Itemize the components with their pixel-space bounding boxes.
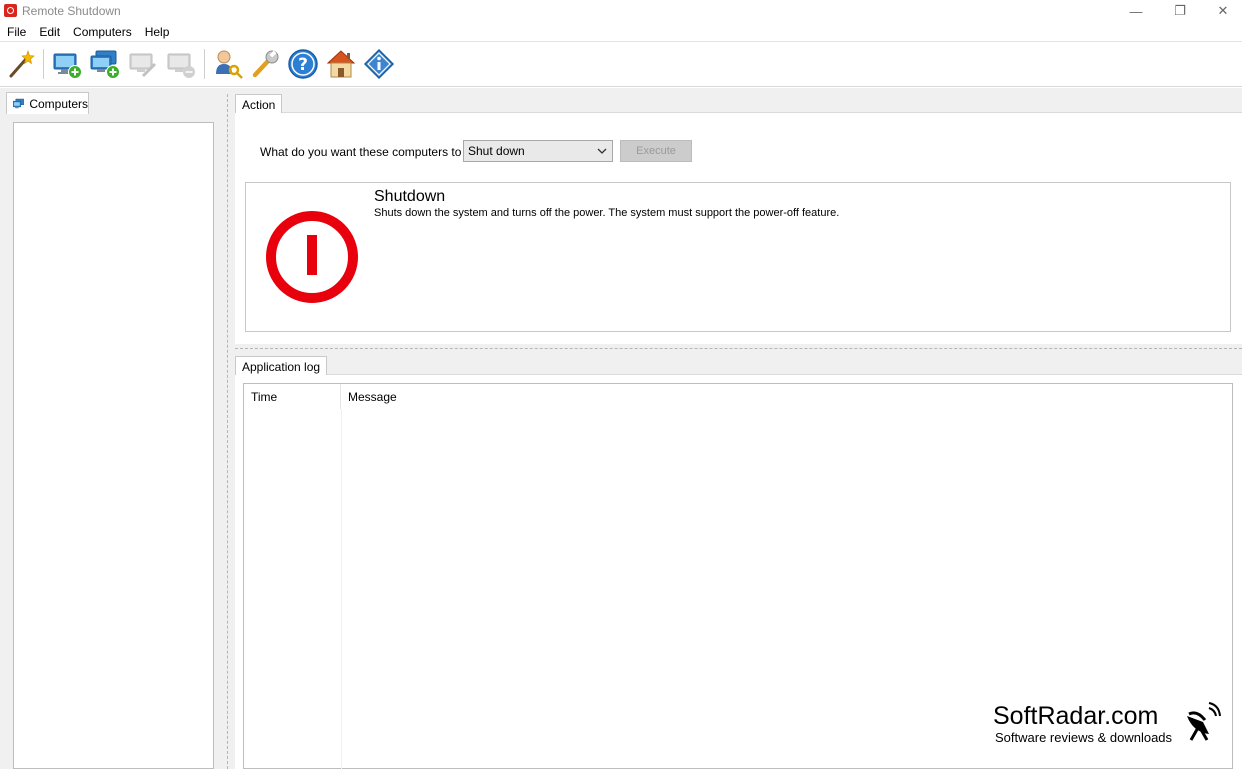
settings-button[interactable]: [248, 47, 282, 81]
menu-help[interactable]: Help: [138, 22, 176, 42]
user-key-icon: [216, 50, 243, 79]
add-computer-button[interactable]: [50, 47, 84, 81]
action-info-description: Shuts down the system and turns off the …: [374, 207, 840, 219]
chevron-down-icon: [597, 148, 607, 154]
help-icon: ?: [288, 49, 318, 79]
menu-computers[interactable]: Computers: [66, 22, 138, 42]
toolbar: ?: [0, 43, 1242, 87]
tab-action[interactable]: Action: [235, 94, 283, 114]
minimize-button[interactable]: —: [1113, 0, 1159, 22]
add-computers-icon: [90, 50, 120, 79]
window-title: Remote Shutdown: [22, 4, 121, 18]
menu-edit[interactable]: Edit: [32, 22, 66, 42]
add-computers-button[interactable]: [88, 47, 122, 81]
info-icon: [363, 48, 395, 80]
action-tabstrip: Action: [235, 89, 1242, 114]
maximize-button[interactable]: ❐: [1157, 0, 1203, 22]
toolbar-separator: [43, 49, 44, 79]
wizard-button[interactable]: [4, 47, 38, 81]
action-prompt: What do you want these computers to do:: [260, 145, 482, 159]
column-header-message[interactable]: Message: [341, 384, 1231, 409]
edit-computer-button[interactable]: [126, 47, 160, 81]
power-icon: [266, 211, 358, 303]
log-tabstrip: Application log: [235, 351, 1242, 376]
help-button[interactable]: ?: [286, 47, 320, 81]
computers-list[interactable]: [13, 122, 214, 769]
title-bar: Remote Shutdown — ❐ ✕: [0, 0, 1242, 22]
svg-text:?: ?: [298, 55, 308, 75]
action-select[interactable]: Shut down: [463, 140, 613, 162]
column-divider: [341, 409, 342, 769]
satellite-dish-icon: [1187, 702, 1221, 741]
add-computer-icon: [53, 53, 82, 79]
remove-computer-button[interactable]: [164, 47, 198, 81]
action-select-value: Shut down: [468, 144, 525, 158]
tab-computers[interactable]: Computers: [6, 92, 89, 114]
about-button[interactable]: [362, 47, 396, 81]
watermark-subtitle: Software reviews & downloads: [995, 730, 1173, 745]
wizard-icon: [9, 50, 35, 78]
edit-computer-icon: [129, 53, 157, 78]
log-header: Time Message: [244, 384, 1232, 409]
action-info-title: Shutdown: [374, 188, 446, 205]
action-info-box: Shutdown Shuts down the system and turns…: [245, 182, 1231, 332]
tab-computers-label: Computers: [29, 96, 88, 111]
computers-icon: [13, 98, 24, 108]
watermark: SoftRadar.com Software reviews & downloa…: [993, 702, 1233, 748]
close-button[interactable]: ✕: [1200, 0, 1242, 22]
credentials-button[interactable]: [211, 47, 245, 81]
home-button[interactable]: [324, 47, 358, 81]
computers-panel: Computers: [0, 88, 221, 769]
execute-button[interactable]: Execute: [620, 140, 692, 162]
home-icon: [326, 50, 356, 78]
menu-file[interactable]: File: [0, 22, 32, 42]
remove-computer-icon: [167, 53, 195, 78]
app-power-icon: [4, 4, 17, 17]
tab-application-log[interactable]: Application log: [235, 356, 328, 376]
wrench-icon: [252, 50, 279, 78]
watermark-title: SoftRadar.com: [993, 702, 1159, 730]
menu-bar: File Edit Computers Help: [0, 22, 1242, 42]
toolbar-separator: [204, 49, 205, 79]
vertical-splitter[interactable]: [221, 88, 235, 769]
column-header-time[interactable]: Time: [244, 384, 341, 409]
action-panel: What do you want these computers to do: …: [235, 113, 1242, 344]
